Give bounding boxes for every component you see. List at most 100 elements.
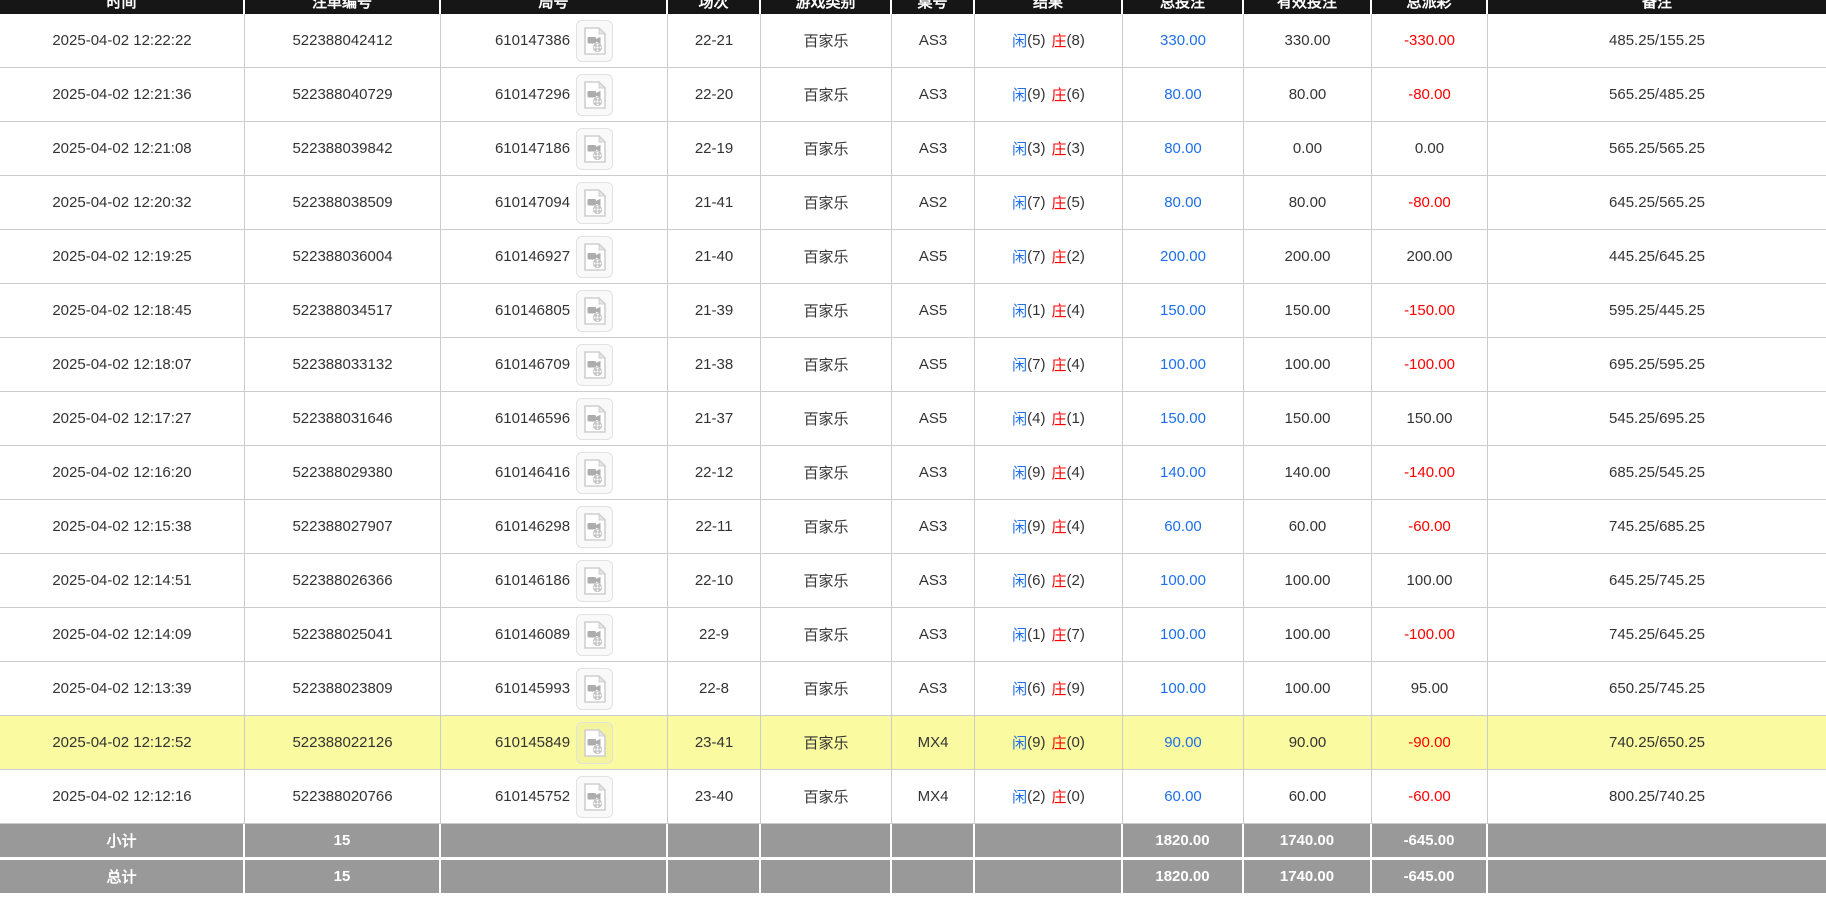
video-playback-button[interactable] <box>576 560 613 602</box>
cell-time: 2025-04-02 12:20:32 <box>0 176 245 229</box>
game-number: 610146186 <box>495 572 570 589</box>
video-file-icon <box>583 513 607 541</box>
video-playback-button[interactable] <box>576 506 613 548</box>
table-row[interactable]: 2025-04-02 12:22:22522388042412610147386… <box>0 14 1826 68</box>
table-row[interactable]: 2025-04-02 12:15:38522388027907610146298… <box>0 500 1826 554</box>
banker-result-count: (0) <box>1067 788 1085 805</box>
cell-valid-bet: 100.00 <box>1244 662 1372 715</box>
summary-empty-cell <box>441 824 668 857</box>
cell-session: 22-19 <box>668 122 761 175</box>
total-bet-link[interactable]: 80.00 <box>1164 140 1202 157</box>
cell-session: 22-10 <box>668 554 761 607</box>
cell-time: 2025-04-02 12:15:38 <box>0 500 245 553</box>
cell-session: 21-38 <box>668 338 761 391</box>
banker-result-count: (6) <box>1067 86 1085 103</box>
column-header-game_id: 局号 <box>441 0 668 14</box>
table-row[interactable]: 2025-04-02 12:14:51522388026366610146186… <box>0 554 1826 608</box>
cell-result: 闲(9)庄(4) <box>975 446 1123 499</box>
summary-empty-cell <box>761 824 892 857</box>
total-bet-link[interactable]: 80.00 <box>1164 194 1202 211</box>
table-row[interactable]: 2025-04-02 12:21:08522388039842610147186… <box>0 122 1826 176</box>
total-bet-link[interactable]: 100.00 <box>1160 572 1206 589</box>
total-bet-link[interactable]: 90.00 <box>1164 734 1202 751</box>
video-playback-button[interactable] <box>576 344 613 386</box>
video-playback-button[interactable] <box>576 128 613 170</box>
video-playback-button[interactable] <box>576 236 613 278</box>
summary-empty-cell <box>1488 824 1826 857</box>
table-row[interactable]: 2025-04-02 12:18:45522388034517610146805… <box>0 284 1826 338</box>
cell-bet-id: 522388020766 <box>245 770 441 823</box>
video-playback-button[interactable] <box>576 74 613 116</box>
total-bet-link[interactable]: 150.00 <box>1160 410 1206 427</box>
banker-result-label: 庄 <box>1052 678 1067 699</box>
game-number: 610146416 <box>495 464 570 481</box>
cell-payout: -60.00 <box>1372 770 1488 823</box>
player-result-label: 闲 <box>1012 678 1027 699</box>
table-row[interactable]: 2025-04-02 12:14:09522388025041610146089… <box>0 608 1826 662</box>
cell-valid-bet: 100.00 <box>1244 554 1372 607</box>
table-row[interactable]: 2025-04-02 12:13:39522388023809610145993… <box>0 662 1826 716</box>
video-file-icon <box>583 459 607 487</box>
cell-result: 闲(7)庄(5) <box>975 176 1123 229</box>
video-playback-button[interactable] <box>576 20 613 62</box>
cell-table-no: AS3 <box>892 554 975 607</box>
video-playback-button[interactable] <box>576 722 613 764</box>
cell-valid-bet: 330.00 <box>1244 14 1372 67</box>
cell-game-type: 百家乐 <box>761 554 892 607</box>
banker-result-count: (1) <box>1067 410 1085 427</box>
banker-result-count: (0) <box>1067 734 1085 751</box>
total-bet-link[interactable]: 140.00 <box>1160 464 1206 481</box>
table-row[interactable]: 2025-04-02 12:12:16522388020766610145752… <box>0 770 1826 824</box>
table-body: 2025-04-02 12:22:22522388042412610147386… <box>0 14 1826 824</box>
summary-empty-cell <box>668 824 761 857</box>
game-number: 610145849 <box>495 734 570 751</box>
table-row[interactable]: 2025-04-02 12:21:36522388040729610147296… <box>0 68 1826 122</box>
cell-payout: 200.00 <box>1372 230 1488 283</box>
cell-session: 21-40 <box>668 230 761 283</box>
player-result-label: 闲 <box>1012 624 1027 645</box>
total-bet-link[interactable]: 330.00 <box>1160 32 1206 49</box>
video-playback-button[interactable] <box>576 182 613 224</box>
cell-valid-bet: 150.00 <box>1244 392 1372 445</box>
total-bet-link[interactable]: 100.00 <box>1160 626 1206 643</box>
table-row[interactable]: 2025-04-02 12:17:27522388031646610146596… <box>0 392 1826 446</box>
total-bet-link[interactable]: 60.00 <box>1164 518 1202 535</box>
table-row[interactable]: 2025-04-02 12:16:20522388029380610146416… <box>0 446 1826 500</box>
summary-empty-cell <box>761 860 892 893</box>
video-playback-button[interactable] <box>576 290 613 332</box>
cell-session: 21-39 <box>668 284 761 337</box>
video-playback-button[interactable] <box>576 614 613 656</box>
video-playback-button[interactable] <box>576 452 613 494</box>
total-bet-link[interactable]: 80.00 <box>1164 86 1202 103</box>
video-playback-button[interactable] <box>576 776 613 818</box>
cell-game-id: 610146927 <box>441 230 668 283</box>
total-bet-link[interactable]: 150.00 <box>1160 302 1206 319</box>
cell-result: 闲(6)庄(9) <box>975 662 1123 715</box>
cell-remark: 645.25/745.25 <box>1488 554 1826 607</box>
total-bet-link[interactable]: 100.00 <box>1160 356 1206 373</box>
game-number: 610146298 <box>495 518 570 535</box>
total-bet-link[interactable]: 100.00 <box>1160 680 1206 697</box>
table-row[interactable]: 2025-04-02 12:18:07522388033132610146709… <box>0 338 1826 392</box>
cell-bet-id: 522388025041 <box>245 608 441 661</box>
cell-remark: 645.25/565.25 <box>1488 176 1826 229</box>
video-file-icon <box>583 27 607 55</box>
table-row[interactable]: 2025-04-02 12:20:32522388038509610147094… <box>0 176 1826 230</box>
cell-game-type: 百家乐 <box>761 176 892 229</box>
total-bet-link[interactable]: 60.00 <box>1164 788 1202 805</box>
banker-result-count: (4) <box>1067 464 1085 481</box>
cell-result: 闲(7)庄(4) <box>975 338 1123 391</box>
cell-result: 闲(2)庄(0) <box>975 770 1123 823</box>
total-bet-link[interactable]: 200.00 <box>1160 248 1206 265</box>
cell-session: 22-20 <box>668 68 761 121</box>
cell-table-no: AS2 <box>892 176 975 229</box>
table-row[interactable]: 2025-04-02 12:19:25522388036004610146927… <box>0 230 1826 284</box>
table-row[interactable]: 2025-04-02 12:12:52522388022126610145849… <box>0 716 1826 770</box>
cell-session: 22-21 <box>668 14 761 67</box>
video-playback-button[interactable] <box>576 668 613 710</box>
cell-valid-bet: 200.00 <box>1244 230 1372 283</box>
game-number: 610146927 <box>495 248 570 265</box>
bet-records-table: 时间注单编号局号场次游戏类别桌号结果总投注有效投注总派彩备注 2025-04-0… <box>0 0 1826 893</box>
cell-payout: -90.00 <box>1372 716 1488 769</box>
video-playback-button[interactable] <box>576 398 613 440</box>
